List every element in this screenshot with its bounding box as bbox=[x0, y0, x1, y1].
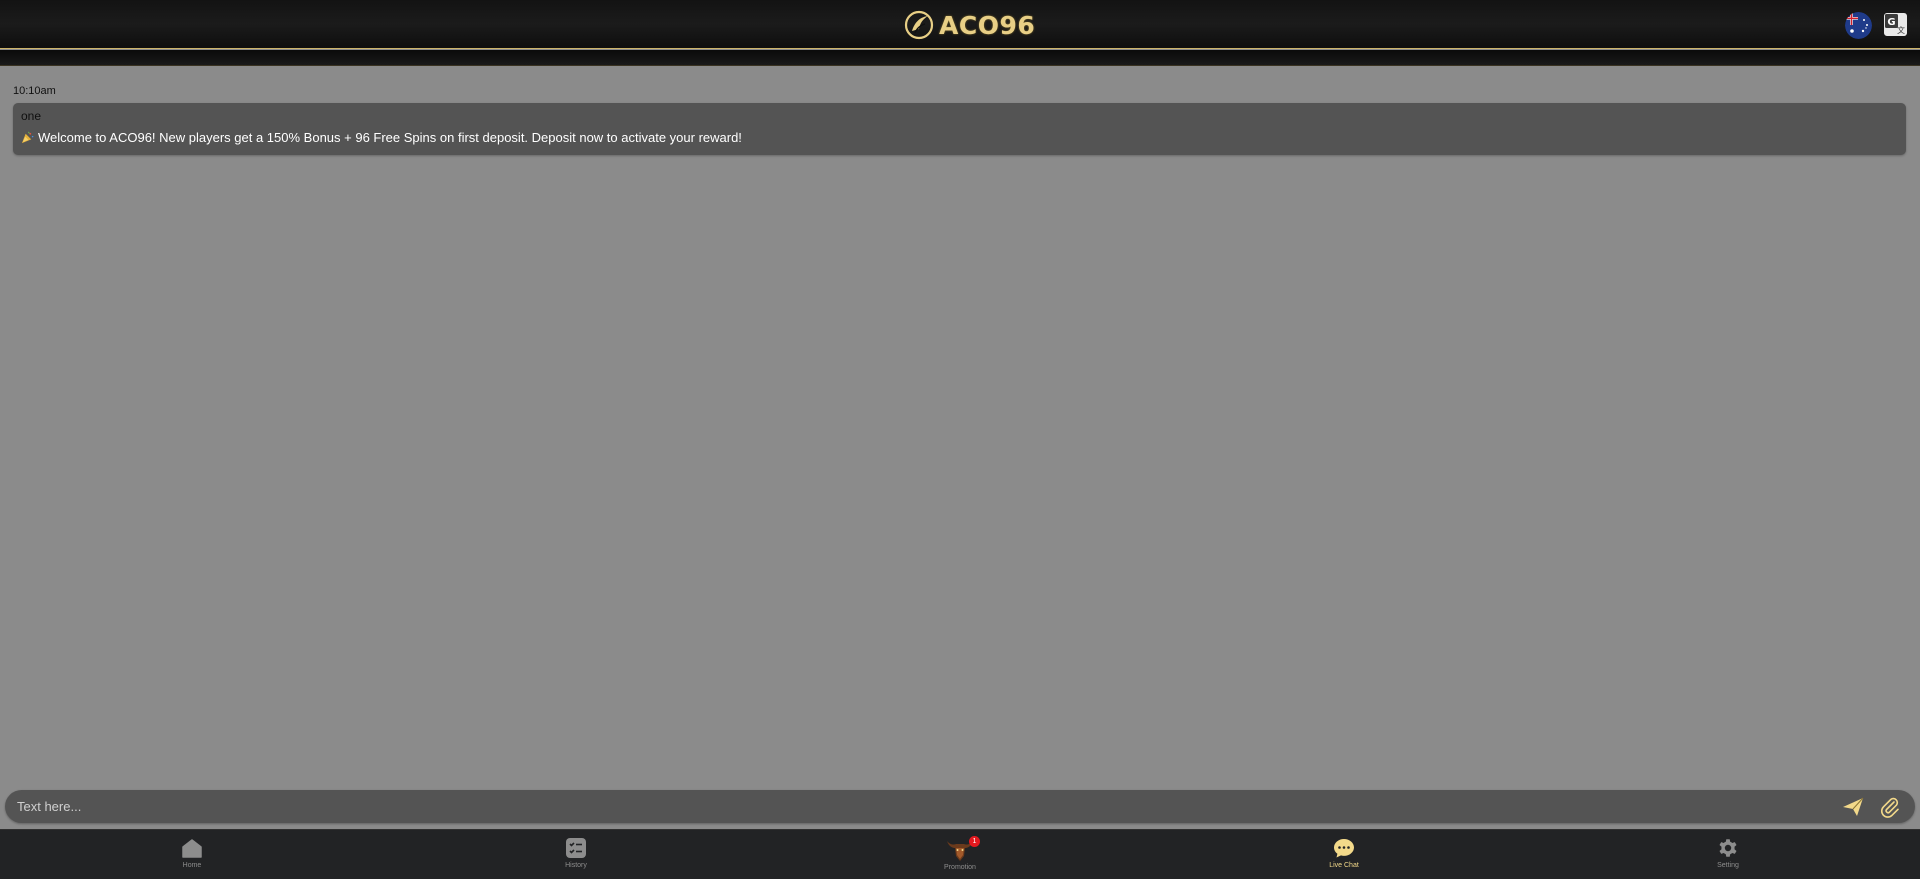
gear-icon bbox=[1719, 839, 1737, 857]
message-input[interactable] bbox=[17, 790, 1837, 823]
nav-history[interactable]: History bbox=[536, 836, 616, 876]
nav-setting[interactable]: Setting bbox=[1688, 836, 1768, 876]
paperclip-icon bbox=[1881, 797, 1899, 818]
message-sender: one bbox=[21, 109, 42, 123]
bottom-navigation: Home History 1 Promotion Live Chat Setti… bbox=[0, 829, 1920, 879]
message-body: Welcome to ACO96! New players get a 150%… bbox=[21, 130, 742, 145]
promotion-icon-wrap: 1 bbox=[945, 836, 980, 862]
translate-button[interactable]: G 文 bbox=[1883, 12, 1908, 37]
brand-name: ACO96 bbox=[939, 10, 1036, 40]
brand-emblem-icon bbox=[904, 10, 934, 40]
party-popper-icon bbox=[21, 131, 34, 144]
nav-promotion[interactable]: 1 Promotion bbox=[920, 836, 1000, 876]
brand-logo[interactable]: ACO96 bbox=[903, 8, 1035, 42]
send-button[interactable] bbox=[1841, 795, 1865, 819]
nav-label-home: Home bbox=[182, 862, 202, 869]
header-strip bbox=[0, 50, 1920, 66]
chat-message: one Welcome to ACO96! New players get a … bbox=[13, 103, 1906, 155]
svg-text:G: G bbox=[1887, 17, 1895, 28]
nav-live-chat[interactable]: Live Chat bbox=[1304, 836, 1384, 876]
attach-button[interactable] bbox=[1879, 796, 1901, 818]
language-flag-button[interactable] bbox=[1845, 12, 1872, 39]
australia-flag-icon bbox=[1845, 12, 1872, 39]
svg-text:文: 文 bbox=[1897, 25, 1905, 35]
home-icon bbox=[182, 839, 202, 858]
chat-bubble-icon bbox=[1334, 839, 1354, 858]
nav-label-promotion: Promotion bbox=[944, 864, 976, 871]
app-root: ACO96 G 文 10:10am one Welcome to ACO96! … bbox=[0, 0, 1920, 879]
google-translate-icon: G 文 bbox=[1884, 13, 1907, 36]
promotion-badge: 1 bbox=[969, 836, 980, 847]
nav-home[interactable]: Home bbox=[152, 836, 232, 876]
message-timestamp: 10:10am bbox=[13, 85, 56, 97]
nav-label-setting: Setting bbox=[1717, 862, 1739, 869]
message-text: Welcome to ACO96! New players get a 150%… bbox=[38, 130, 742, 145]
history-checklist-icon bbox=[566, 838, 586, 858]
nav-label-live-chat: Live Chat bbox=[1329, 862, 1359, 869]
nav-label-history: History bbox=[565, 862, 587, 869]
top-header: ACO96 G 文 bbox=[0, 0, 1920, 49]
message-composer bbox=[5, 790, 1915, 823]
chat-area[interactable]: 10:10am one Welcome to ACO96! New player… bbox=[0, 67, 1920, 787]
send-icon bbox=[1843, 797, 1864, 816]
